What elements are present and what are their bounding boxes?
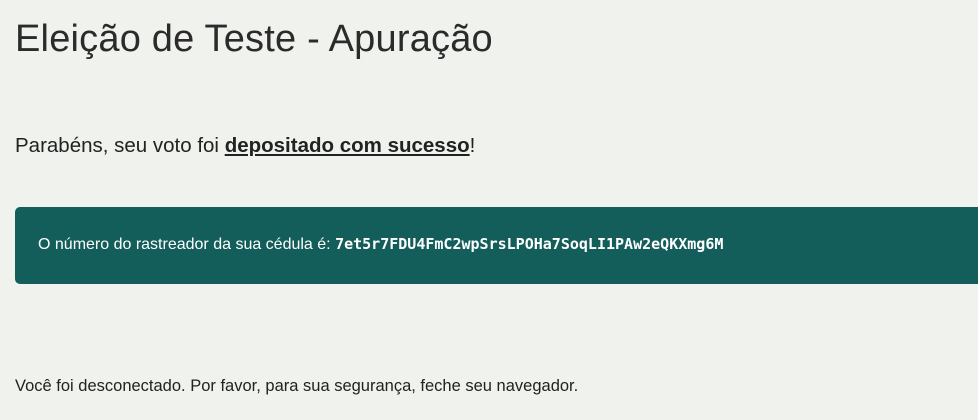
ballot-tracker-text: O número do rastreador da sua cédula é: …	[38, 235, 723, 254]
ballot-tracker-code: 7et5r7FDU4FmC2wpSrsLPOHa7SoqLI1PAw2eQKXm…	[335, 235, 724, 253]
deposit-success-link[interactable]: depositado com sucesso	[225, 134, 470, 157]
logout-message: Você foi desconectado. Por favor, para s…	[15, 377, 579, 395]
success-message: Parabéns, seu voto foi depositado com su…	[15, 134, 475, 158]
page-container: Eleição de Teste - Apuração Parabéns, se…	[0, 0, 978, 420]
ballot-tracker-label: O número do rastreador da sua cédula é:	[38, 236, 336, 253]
page-title: Eleição de Teste - Apuração	[15, 18, 493, 60]
ballot-tracker-banner: O número do rastreador da sua cédula é: …	[15, 207, 978, 284]
success-suffix: !	[469, 134, 476, 157]
success-prefix: Parabéns, seu voto foi	[15, 134, 225, 157]
